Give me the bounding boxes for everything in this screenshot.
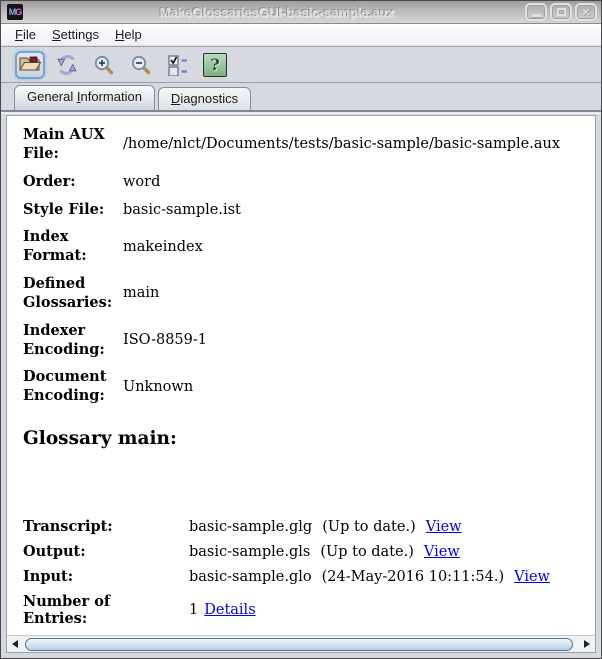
- glossary-file: basic-sample.glo: [189, 568, 312, 585]
- field-row-order: Order: word: [23, 173, 579, 192]
- open-file-button[interactable]: [15, 50, 45, 79]
- scrollbar-thumb[interactable]: [25, 637, 573, 651]
- tab-bar: General Information Diagnostics: [1, 83, 601, 110]
- tab-content-area: Main AUX File: /home/nlct/Documents/test…: [1, 114, 601, 659]
- field-value: makeindex: [123, 238, 203, 255]
- tab-diagnostics[interactable]: Diagnostics: [157, 87, 252, 110]
- view-link[interactable]: View: [514, 569, 550, 585]
- zoom-in-button[interactable]: [89, 51, 119, 79]
- toolbar: ?: [1, 46, 601, 83]
- zoom-out-icon: [130, 54, 152, 76]
- glossary-file: basic-sample.glg: [189, 518, 313, 535]
- app-icon: MG: [7, 4, 23, 20]
- field-row-document-encoding: Document Encoding: Unknown: [23, 368, 579, 406]
- glossary-label: Number of Entries:: [23, 593, 111, 628]
- glossary-file: basic-sample.gls: [189, 543, 311, 560]
- menu-settings[interactable]: Settings: [44, 25, 107, 44]
- field-value: basic-sample.ist: [123, 201, 241, 218]
- general-information-panel: Main AUX File: /home/nlct/Documents/test…: [6, 115, 596, 654]
- glossary-heading: Glossary main:: [23, 428, 177, 450]
- help-icon: ?: [203, 52, 227, 77]
- entries-count: 1: [189, 602, 199, 619]
- titlebar[interactable]: MG MakeGlossariesGUI-basic-sample.aux ✕: [1, 1, 601, 24]
- details-link[interactable]: Details: [204, 602, 255, 618]
- open-folder-icon: [18, 54, 42, 76]
- checklist-icon: [166, 54, 190, 76]
- field-value: ISO-8859-1: [123, 332, 208, 349]
- menu-help[interactable]: Help: [107, 25, 150, 44]
- scroll-left-button[interactable]: [7, 636, 23, 652]
- field-label: Order:: [23, 172, 76, 190]
- reload-button[interactable]: [52, 51, 82, 79]
- maximize-button[interactable]: [550, 3, 572, 21]
- reload-icon: [55, 53, 79, 77]
- tab-general-information[interactable]: General Information: [14, 85, 155, 110]
- scroll-right-button[interactable]: [579, 636, 595, 652]
- glossary-row-output: Output: basic-sample.gls (Up to date.) Vie…: [23, 543, 579, 560]
- help-button[interactable]: ?: [200, 51, 230, 79]
- scroll-right-icon: [584, 640, 590, 649]
- scroll-left-icon: [12, 640, 18, 649]
- field-label: Indexer Encoding:: [23, 321, 105, 358]
- zoom-out-button[interactable]: [126, 51, 156, 79]
- window-controls: ✕: [525, 3, 597, 21]
- field-label: Defined Glossaries:: [23, 275, 113, 311]
- view-link[interactable]: View: [424, 544, 460, 560]
- maximize-icon: [556, 8, 566, 16]
- app-icon-letter-g: G: [15, 7, 22, 17]
- field-value: main: [123, 285, 160, 302]
- field-row-indexer-encoding: Indexer Encoding: ISO-8859-1: [23, 322, 579, 360]
- field-row-style-file: Style File: basic-sample.ist: [23, 201, 579, 220]
- glossary-label: Output:: [23, 543, 86, 561]
- glossary-status: (24-May-2016 10:11:54.): [321, 568, 505, 585]
- glossary-row-input: Input: basic-sample.glo (24-May-2016 10:1…: [23, 568, 579, 585]
- document-view: Main AUX File: /home/nlct/Documents/test…: [7, 116, 595, 635]
- glossary-label: Transcript:: [23, 518, 113, 536]
- zoom-in-icon: [93, 54, 115, 76]
- horizontal-scrollbar[interactable]: [7, 635, 595, 653]
- glossary-status: (Up to date.): [322, 518, 416, 535]
- window-title: MakeGlossariesGUI-basic-sample.aux: [159, 4, 395, 20]
- minimize-icon: [531, 13, 541, 17]
- field-row-index-format: Index Format: makeindex: [23, 228, 579, 266]
- close-icon: ✕: [581, 6, 591, 19]
- glossary-label: Input:: [23, 568, 74, 586]
- field-value: /home/nlct/Documents/tests/basic-sample/…: [123, 136, 560, 153]
- view-link[interactable]: View: [426, 519, 462, 535]
- menu-file[interactable]: File: [7, 25, 44, 44]
- field-row-defined-glossaries: Defined Glossaries: main: [23, 275, 579, 313]
- field-label: Index Format:: [23, 228, 87, 265]
- field-value: word: [123, 173, 161, 190]
- diagnostic-options-button[interactable]: [163, 51, 193, 79]
- field-label: Style File:: [23, 200, 105, 218]
- field-label: Main AUX File:: [23, 126, 105, 162]
- app-window: MG MakeGlossariesGUI-basic-sample.aux ✕ …: [0, 0, 602, 659]
- glossary-row-transcript: Transcript: basic-sample.glg (Up to date.…: [23, 518, 579, 535]
- close-button[interactable]: ✕: [575, 3, 597, 21]
- menubar: File Settings Help: [1, 24, 601, 46]
- glossary-row-entries: Number of Entries: 1 Details: [23, 593, 579, 627]
- field-value: Unknown: [123, 378, 194, 395]
- field-row-main-aux-file: Main AUX File: /home/nlct/Documents/test…: [23, 126, 579, 164]
- field-label: Document Encoding:: [23, 368, 107, 405]
- minimize-button[interactable]: [525, 3, 547, 21]
- glossary-status: (Up to date.): [320, 543, 414, 560]
